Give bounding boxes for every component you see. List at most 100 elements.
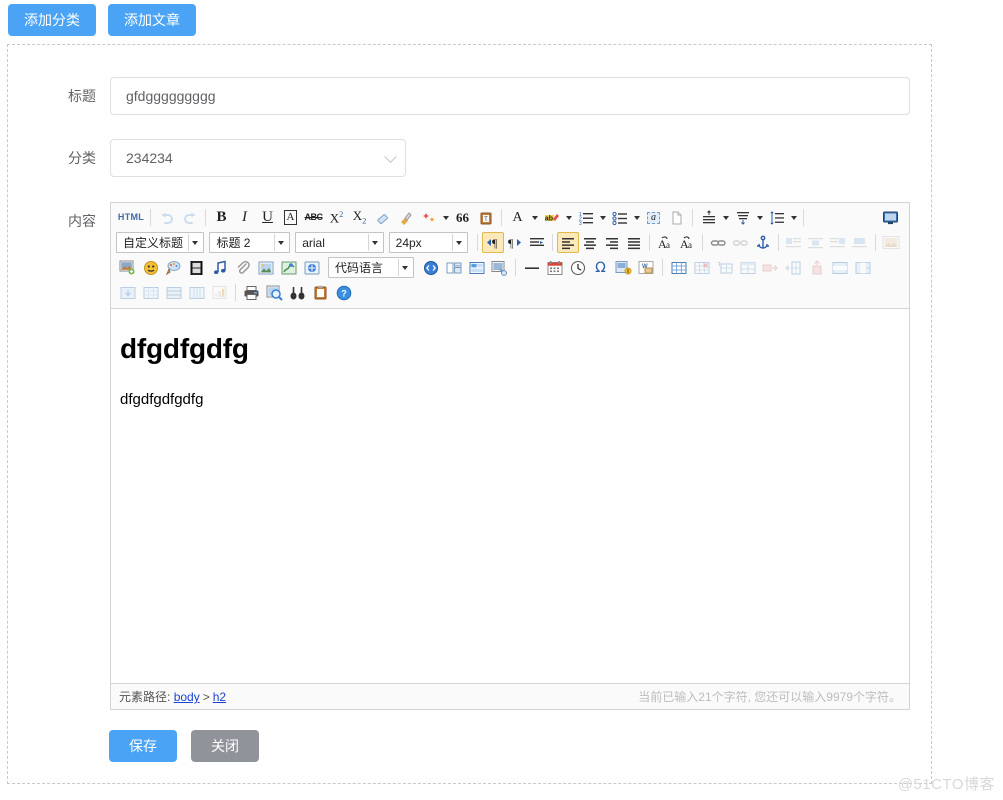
insert-col-icon[interactable] [851, 257, 874, 278]
lowercase-icon[interactable]: Aa [676, 232, 698, 253]
insert-row-icon[interactable] [828, 257, 851, 278]
editor-content-area[interactable]: dfgdfgdfg dfgdfgdfgdfg [111, 309, 909, 674]
table-layout-icon[interactable] [465, 257, 488, 278]
img-center-icon[interactable] [849, 232, 871, 253]
undo-icon[interactable] [155, 207, 178, 228]
backcolor-icon[interactable]: ab [540, 207, 563, 228]
split-cell-right-icon[interactable] [759, 257, 782, 278]
element-path-h2[interactable]: h2 [213, 690, 226, 704]
paragraph-format-select[interactable]: 标题 2 [209, 232, 291, 253]
table-border-icon[interactable] [185, 282, 208, 303]
autotypeset-icon[interactable] [417, 207, 440, 228]
font-size-select[interactable]: 24px [388, 232, 468, 253]
superscript-icon[interactable]: X2 [325, 207, 348, 228]
insert-date-icon[interactable] [543, 257, 566, 278]
template-layout-icon[interactable] [442, 257, 465, 278]
add-category-button[interactable]: 添加分类 [8, 4, 96, 36]
img-float-left-icon[interactable] [783, 232, 805, 253]
delete-col-icon[interactable] [139, 282, 162, 303]
align-left-icon[interactable] [556, 232, 579, 253]
special-character-icon[interactable]: Ω [589, 257, 612, 278]
line-height-dropdown-arrow[interactable] [720, 207, 731, 228]
word-paste-icon[interactable]: W [635, 257, 658, 278]
merge-cells-icon[interactable] [736, 257, 759, 278]
wordimage-icon[interactable] [488, 257, 511, 278]
strikethrough-icon[interactable]: ABC [302, 207, 325, 228]
anchor-icon[interactable]: a [642, 207, 665, 228]
redo-icon[interactable] [178, 207, 201, 228]
ordered-list-icon[interactable]: 123 [574, 207, 597, 228]
img-float-right-icon[interactable] [827, 232, 849, 253]
ordered-list-dropdown-arrow[interactable] [597, 207, 608, 228]
pagebreak-icon[interactable] [665, 207, 688, 228]
fullscreen-icon[interactable] [879, 207, 902, 228]
split-cell-col-icon[interactable] [805, 257, 828, 278]
paragraph-spacing-dropdown-arrow[interactable] [754, 207, 765, 228]
subscript-icon[interactable]: X2 [348, 207, 371, 228]
unordered-list-icon[interactable] [608, 207, 631, 228]
forecolor-icon[interactable]: A [506, 207, 529, 228]
spacing-dropdown-arrow[interactable] [788, 207, 799, 228]
search-replace-icon[interactable] [286, 282, 309, 303]
title-input[interactable] [110, 77, 910, 115]
link-icon[interactable] [707, 232, 729, 253]
indent-icon[interactable] [526, 232, 548, 253]
attachment-icon[interactable] [231, 257, 254, 278]
music-icon[interactable] [208, 257, 231, 278]
insert-image-icon[interactable] [116, 257, 139, 278]
table-sort-icon[interactable] [162, 282, 185, 303]
bold-icon[interactable]: B [210, 207, 233, 228]
element-path-body[interactable]: body [174, 690, 200, 704]
add-article-button[interactable]: 添加文章 [108, 4, 196, 36]
align-justify-icon[interactable] [623, 232, 645, 253]
emoticon-icon[interactable] [139, 257, 162, 278]
direction-ltr-icon[interactable]: ¶ [481, 232, 504, 253]
backcolor-dropdown-arrow[interactable] [563, 207, 574, 228]
unordered-list-dropdown-arrow[interactable] [631, 207, 642, 228]
help-icon[interactable]: ? [332, 282, 355, 303]
close-button[interactable]: 关闭 [191, 730, 259, 762]
blockquote-icon[interactable]: 66 [451, 207, 474, 228]
split-cell-down-icon[interactable] [782, 257, 805, 278]
save-button[interactable]: 保存 [109, 730, 177, 762]
horizontal-rule-icon[interactable] [520, 257, 543, 278]
template-icon[interactable] [612, 257, 635, 278]
forecolor-dropdown-arrow[interactable] [529, 207, 540, 228]
source-html-button[interactable]: HTML [116, 207, 146, 228]
preview-icon[interactable] [263, 282, 286, 303]
pastetext-icon[interactable]: T [474, 207, 497, 228]
uppercase-icon[interactable]: Aa [654, 232, 676, 253]
chart-icon[interactable] [208, 282, 231, 303]
eraser-icon[interactable] [371, 207, 394, 228]
webapp-icon[interactable] [300, 257, 323, 278]
map-icon[interactable] [277, 257, 300, 278]
table-title-icon[interactable]: T [713, 257, 736, 278]
align-right-icon[interactable] [601, 232, 623, 253]
insert-time-icon[interactable] [566, 257, 589, 278]
font-family-select[interactable]: arial [295, 232, 384, 253]
underline-icon[interactable]: U [256, 207, 279, 228]
print-icon[interactable] [240, 282, 263, 303]
anchor-marker-icon[interactable] [752, 232, 774, 253]
spacing-icon[interactable] [765, 207, 788, 228]
background-image-icon[interactable] [880, 232, 902, 253]
paragraph-spacing-icon[interactable] [731, 207, 754, 228]
scrawl-icon[interactable] [162, 257, 185, 278]
autotypeset-dropdown-arrow[interactable] [440, 207, 451, 228]
category-select[interactable]: 234234 [110, 139, 406, 177]
delete-row-icon[interactable] [116, 282, 139, 303]
code-language-select[interactable]: 代码语言 [328, 257, 414, 278]
italic-icon[interactable]: I [233, 207, 256, 228]
unlink-icon[interactable] [729, 232, 751, 253]
custom-style-select[interactable]: 自定义标题 [116, 232, 205, 253]
insert-table-icon[interactable] [667, 257, 690, 278]
delete-table-icon[interactable] [690, 257, 713, 278]
direction-rtl-icon[interactable]: ¶ [504, 232, 526, 253]
border-text-icon[interactable]: A [279, 207, 302, 228]
insert-code-icon[interactable] [419, 257, 442, 278]
image-gallery-icon[interactable] [254, 257, 277, 278]
brush-icon[interactable] [394, 207, 417, 228]
img-float-none-icon[interactable] [805, 232, 827, 253]
align-center-icon[interactable] [579, 232, 601, 253]
insert-video-icon[interactable] [185, 257, 208, 278]
